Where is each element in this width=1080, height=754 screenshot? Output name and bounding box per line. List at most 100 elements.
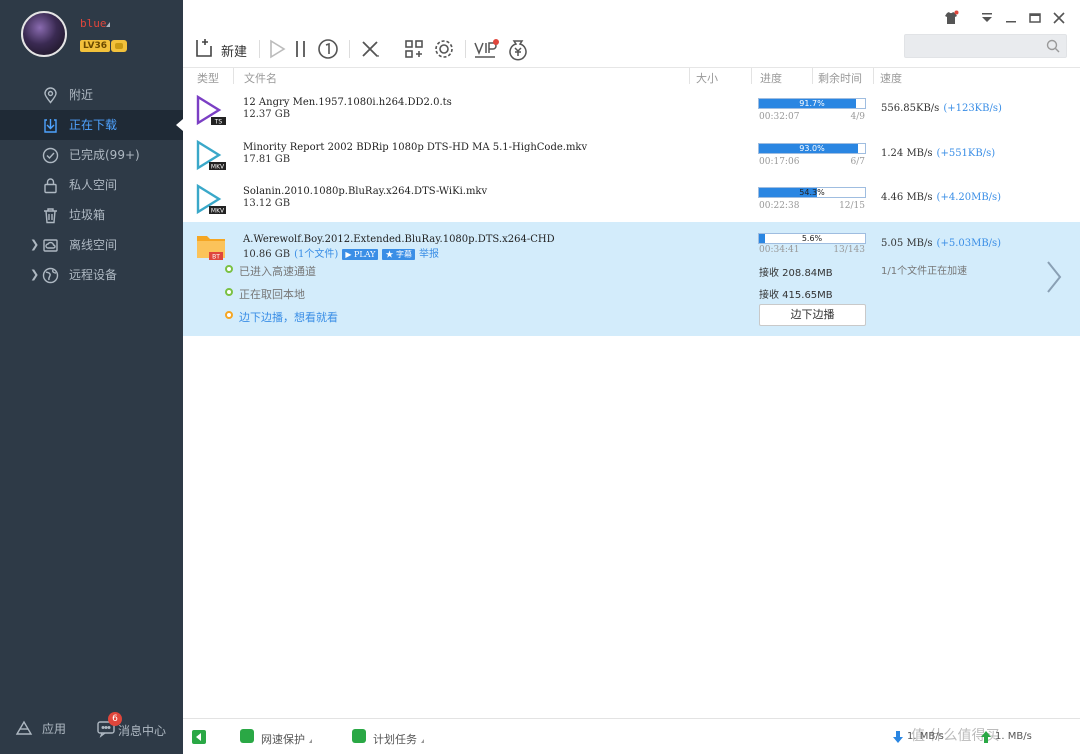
status-high-speed: 已进入高速通道: [225, 263, 316, 279]
download-row[interactable]: TS 12 Angry Men.1957.1080i.h264.DD2.0.ts…: [183, 88, 1080, 132]
menu-dropdown-icon[interactable]: [979, 10, 995, 26]
lock-icon: [44, 178, 57, 194]
progress-percent: 91.7%: [799, 99, 825, 108]
download-speed: 556.85KB/s (+123KB/s): [881, 103, 1002, 114]
subtitle-tag-label: 字幕: [396, 250, 413, 259]
schedule-button[interactable]: 计划任务: [373, 731, 424, 747]
col-remaining[interactable]: 剩余时间: [818, 70, 862, 86]
sidebar-item-private[interactable]: 私人空间: [0, 170, 183, 200]
pieces-count: 12/15: [839, 201, 865, 211]
column-divider[interactable]: [812, 68, 813, 84]
message-center-button[interactable]: 6 消息中心: [96, 712, 166, 741]
net-protect-icon: [240, 729, 254, 743]
col-progress[interactable]: 进度: [760, 70, 782, 86]
minimize-icon[interactable]: [1003, 10, 1019, 26]
download-row-selected[interactable]: BT A.Werewolf.Boy.2012.Extended.BluRay.1…: [183, 222, 1080, 336]
search-input[interactable]: [904, 34, 1067, 58]
sidebar-item-remote[interactable]: ❯ 远程设备: [0, 260, 183, 290]
sidebar-item-downloading[interactable]: 正在下载: [0, 110, 183, 140]
profile-panel: blue LV36: [0, 0, 183, 70]
toolbar: 新建: [183, 0, 1080, 68]
speed-boost: (+4.20MB/s): [936, 192, 1002, 203]
file-name[interactable]: A.Werewolf.Boy.2012.Extended.BluRay.1080…: [243, 234, 555, 245]
file-name[interactable]: Minority Report 2002 BDRip 1080p DTS-HD …: [243, 142, 587, 153]
status-play-while-download[interactable]: 边下边播，想看就看: [225, 309, 338, 325]
pieces-count: 4/9: [850, 112, 865, 122]
column-divider[interactable]: [689, 68, 690, 84]
collapse-left-icon[interactable]: [192, 730, 206, 744]
file-name[interactable]: 12 Angry Men.1957.1080i.h264.DD2.0.ts: [243, 97, 452, 108]
play-while-downloading-button[interactable]: 边下边播: [759, 304, 866, 326]
cloud-folder-icon: [43, 239, 58, 252]
pieces-count: 6/7: [850, 157, 865, 167]
expand-arrow-icon[interactable]: ❯: [30, 260, 39, 290]
report-link[interactable]: 举报: [419, 249, 439, 260]
file-type-label: MKV: [211, 164, 225, 171]
limit-speed-icon[interactable]: [317, 37, 339, 61]
speed-boost: (+5.03MB/s): [936, 238, 1002, 249]
username[interactable]: blue: [80, 17, 107, 30]
settings-gear-icon[interactable]: [433, 37, 455, 61]
progress-bar: 93.0%: [758, 143, 866, 154]
status-text: 已进入高速通道: [239, 265, 316, 278]
download-row[interactable]: MKV Solanin.2010.1080p.BluRay.x264.DTS-W…: [183, 177, 1080, 221]
column-divider[interactable]: [751, 68, 752, 84]
sidebar-item-offline[interactable]: ❯ 离线空间: [0, 230, 183, 260]
close-icon[interactable]: [1051, 10, 1067, 26]
chevron-right-icon[interactable]: [1044, 260, 1064, 294]
file-size-line: 10.86 GB (1个文件) ▶ PLAY ★ 字幕 举报: [243, 245, 439, 260]
maximize-icon[interactable]: [1027, 10, 1043, 26]
sidebar-item-trash[interactable]: 垃圾箱: [0, 200, 183, 230]
subtitle-tag-button[interactable]: ★ 字幕: [382, 249, 416, 260]
play-tag-button[interactable]: ▶ PLAY: [342, 249, 379, 260]
expand-arrow-icon[interactable]: ❯: [30, 230, 39, 260]
skin-shirt-icon[interactable]: [943, 10, 959, 26]
sidebar-item-label: 离线空间: [69, 238, 118, 252]
mkv-video-file-icon: MKV: [196, 183, 226, 215]
upload-rate: 1. MB/s: [995, 731, 1032, 742]
speed-boost: (+123KB/s): [943, 103, 1002, 114]
elapsed-time: 00:22:38: [759, 201, 800, 211]
column-divider[interactable]: [873, 68, 874, 84]
grid-view-icon[interactable]: [403, 37, 425, 61]
money-bag-icon[interactable]: [507, 37, 529, 61]
download-row[interactable]: MKV Minority Report 2002 BDRip 1080p DTS…: [183, 133, 1080, 177]
sidebar-item-nearby[interactable]: 附近: [0, 80, 183, 110]
apps-label: 应用: [42, 722, 67, 736]
progress-bar: 91.7%: [758, 98, 866, 109]
search-icon[interactable]: [1046, 39, 1060, 53]
vip-icon[interactable]: [473, 37, 499, 61]
delete-icon[interactable]: [359, 37, 381, 61]
start-icon[interactable]: [267, 37, 287, 61]
speed-value: 4.46 MB/s: [881, 192, 933, 203]
progress-percent: 54.3%: [799, 188, 825, 197]
sidebar-item-label: 已完成(99+): [69, 148, 140, 162]
file-count-link[interactable]: (1个文件): [294, 249, 338, 260]
column-divider[interactable]: [233, 68, 234, 84]
vip-badge-icon[interactable]: [111, 40, 127, 52]
progress-bar: 5.6%: [758, 233, 866, 244]
file-type-label: MKV: [211, 208, 225, 215]
col-size[interactable]: 大小: [696, 70, 718, 86]
sidebar-item-completed[interactable]: 已完成(99+): [0, 140, 183, 170]
toolbar-divider: [259, 40, 260, 58]
status-text: 正在取回本地: [239, 288, 305, 301]
download-icon: [44, 119, 57, 133]
pause-icon[interactable]: [293, 37, 309, 61]
col-filename[interactable]: 文件名: [244, 70, 277, 86]
pieces-count: 13/143: [833, 245, 865, 255]
nav-list: 附近 正在下载 已完成(99+) 私人空间 垃圾箱 ❯ 离线空间 ❯ 远程设备: [0, 80, 183, 290]
file-size: 12.37 GB: [243, 109, 291, 120]
net-protect-button[interactable]: 网速保护: [261, 731, 312, 747]
avatar[interactable]: [21, 11, 67, 57]
status-text: 边下边播，想看就看: [239, 311, 338, 324]
speed-boost: (+551KB/s): [936, 148, 996, 159]
col-speed[interactable]: 速度: [880, 70, 902, 86]
col-type[interactable]: 类型: [197, 70, 219, 86]
username-caret-icon[interactable]: [106, 22, 110, 27]
download-speed: 5.05 MB/s (+5.03MB/s): [881, 238, 1001, 249]
new-task-button[interactable]: 新建: [193, 37, 253, 61]
apps-button[interactable]: 应用: [14, 718, 66, 741]
file-name[interactable]: Solanin.2010.1080p.BluRay.x264.DTS-WiKi.…: [243, 186, 487, 197]
caret-icon: [309, 739, 312, 743]
